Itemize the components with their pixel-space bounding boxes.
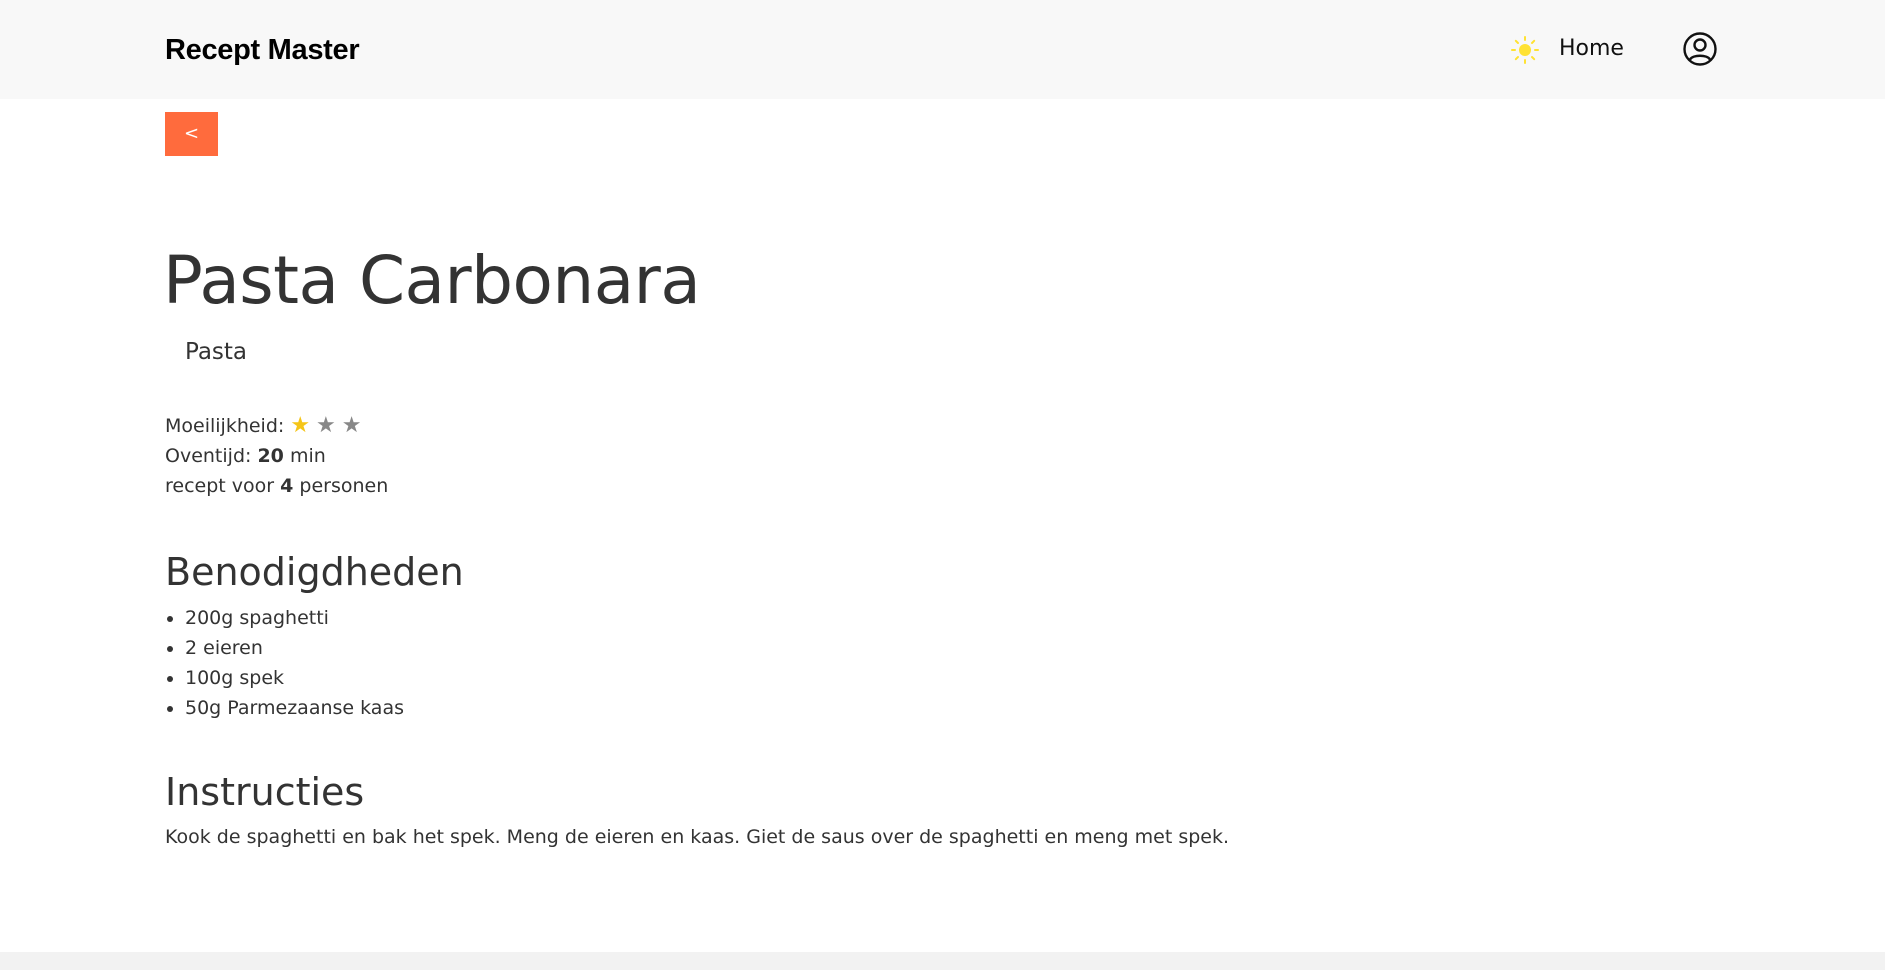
footer bbox=[0, 952, 1885, 970]
ingredient-list: 200g spaghetti 2 eieren 100g spek 50g Pa… bbox=[165, 603, 404, 723]
recipe-title: Pasta Carbonara bbox=[163, 242, 701, 319]
servings-suffix: personen bbox=[299, 475, 389, 497]
star-filled-icon: ★ bbox=[290, 413, 311, 438]
servings-prefix: recept voor bbox=[165, 475, 275, 497]
servings-row: recept voor 4 personen bbox=[165, 473, 388, 499]
ingredient-item: 2 eieren bbox=[185, 633, 404, 663]
star-empty-icon: ★ bbox=[316, 413, 336, 438]
ingredient-item: 200g spaghetti bbox=[185, 603, 404, 633]
nav-home-link[interactable]: Home bbox=[1559, 34, 1624, 64]
instructions-heading: Instructies bbox=[165, 770, 365, 814]
difficulty-label: Moeilijkheid: bbox=[165, 415, 285, 437]
difficulty-row: Moeilijkheid: ★ ★ ★ bbox=[165, 413, 368, 439]
user-circle-icon[interactable] bbox=[1682, 31, 1718, 67]
star-empty-icon: ★ bbox=[341, 413, 362, 438]
ingredient-item: 50g Parmezaanse kaas bbox=[185, 693, 404, 723]
back-button[interactable]: < bbox=[165, 112, 218, 156]
recipe-category: Pasta bbox=[185, 339, 248, 365]
oven-time-row: Oventijd: 20 min bbox=[165, 443, 326, 469]
ingredients-heading: Benodigdheden bbox=[165, 550, 464, 594]
ingredient-item: 100g spek bbox=[185, 663, 404, 693]
difficulty-stars: ★ ★ ★ bbox=[290, 413, 367, 439]
navbar: Recept Master Home bbox=[0, 0, 1885, 99]
oven-time-label: Oventijd: bbox=[165, 445, 252, 467]
sun-icon[interactable] bbox=[1510, 35, 1540, 65]
instructions-text: Kook de spaghetti en bak het spek. Meng … bbox=[165, 826, 1230, 848]
oven-time-value: 20 bbox=[257, 445, 284, 467]
brand-logo[interactable]: Recept Master bbox=[165, 30, 360, 70]
oven-time-unit: min bbox=[289, 445, 326, 467]
servings-value: 4 bbox=[280, 475, 294, 497]
